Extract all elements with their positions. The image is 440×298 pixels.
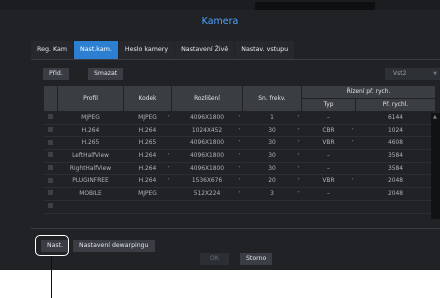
type-cell[interactable]: – bbox=[301, 111, 356, 125]
row-checkbox[interactable] bbox=[48, 139, 53, 145]
type-cell[interactable]: – bbox=[301, 162, 356, 176]
profile-cell: MOBILE bbox=[57, 187, 124, 201]
camera-settings-panel: Kamera Reg. Kam Nast.kam. Heslo kamery N… bbox=[0, 0, 440, 270]
select-all-header bbox=[43, 85, 58, 112]
resolution-cell[interactable]: 4096X1800 bbox=[171, 149, 243, 163]
bitrate-cell[interactable]: 3584 bbox=[355, 149, 436, 163]
bitrate-cell[interactable]: 6144 bbox=[355, 111, 436, 125]
row-checkbox[interactable] bbox=[48, 177, 53, 183]
row-checkbox[interactable] bbox=[48, 152, 53, 158]
resolution-cell[interactable]: 1536X676 bbox=[171, 174, 243, 189]
profile-table: Profil Kodek Rozlišení Sn. frekv. Řízení… bbox=[43, 85, 436, 214]
table-row[interactable]: LeftHalfView H.264 4096X1800 30 – 3584 bbox=[43, 149, 436, 163]
type-cell[interactable]: – bbox=[301, 187, 356, 201]
tab-underline bbox=[31, 59, 440, 60]
profile-cell: RightHalfView bbox=[57, 162, 124, 176]
profile-cell: H.265 bbox=[57, 136, 124, 151]
bitrate-cell[interactable]: 1024 bbox=[355, 124, 436, 138]
header-fps: Sn. frekv. bbox=[242, 85, 302, 112]
type-cell[interactable]: CBR bbox=[301, 124, 356, 138]
fps-cell[interactable]: 30 bbox=[242, 124, 302, 138]
fps-cell[interactable]: 20 bbox=[242, 174, 302, 189]
fps-cell[interactable]: 3 bbox=[242, 187, 302, 201]
profile-cell: MJPEG bbox=[57, 111, 124, 125]
fps-cell[interactable]: 30 bbox=[242, 162, 302, 176]
header-bitrate-control: Řízení př. rych. bbox=[301, 85, 436, 99]
stream-select-value: Vst2 bbox=[393, 70, 407, 77]
codec-cell[interactable]: MJPEG bbox=[123, 187, 172, 201]
header-profile: Profil bbox=[57, 85, 124, 112]
dialog-title: Kamera bbox=[201, 16, 239, 27]
resolution-cell[interactable]: 4096X1800 bbox=[171, 162, 243, 176]
resolution-cell[interactable]: 4096X1800 bbox=[171, 136, 243, 151]
divider bbox=[31, 228, 440, 229]
header-resolution: Rozlišení bbox=[171, 85, 243, 112]
table-row[interactable]: PLUGINFREE H.264 1536X676 20 VBR 2048 bbox=[43, 174, 436, 189]
bitrate-cell[interactable]: 2048 bbox=[355, 187, 436, 201]
codec-cell[interactable]: H.264 bbox=[123, 174, 172, 189]
settings-button-highlight bbox=[35, 235, 69, 256]
codec-cell[interactable]: H.264 bbox=[123, 124, 172, 138]
type-cell[interactable]: – bbox=[301, 149, 356, 163]
fps-cell[interactable]: 30 bbox=[242, 136, 302, 151]
tab-input-settings[interactable]: Nastav. vstupu bbox=[235, 41, 295, 59]
codec-cell[interactable]: MJPEG bbox=[123, 111, 172, 125]
resolution-cell[interactable]: 4096X1800 bbox=[171, 111, 243, 125]
table-row[interactable]: RightHalfView H.264 4096X1800 30 – 3584 bbox=[43, 162, 436, 176]
codec-cell[interactable]: H.264 bbox=[123, 149, 172, 163]
row-checkbox bbox=[48, 203, 53, 209]
row-checkbox[interactable] bbox=[48, 127, 53, 133]
profile-cell: LeftHalfView bbox=[57, 149, 124, 163]
codec-cell[interactable]: H.265 bbox=[123, 136, 172, 151]
ok-button[interactable]: OK bbox=[200, 253, 229, 265]
row-checkbox[interactable] bbox=[48, 114, 53, 120]
row-checkbox[interactable] bbox=[48, 165, 53, 171]
bitrate-cell[interactable]: 3584 bbox=[355, 162, 436, 176]
fps-cell[interactable]: 1 bbox=[242, 111, 302, 125]
dewarping-settings-button[interactable]: Nastavení dewarpingu bbox=[73, 240, 155, 252]
scroll-up-icon[interactable]: ▲ bbox=[433, 114, 437, 120]
chevron-down-icon: ▼ bbox=[433, 71, 437, 77]
tab-bar: Reg. Kam Nast.kam. Heslo kamery Nastaven… bbox=[31, 41, 295, 59]
tab-live-settings[interactable]: Nastavení Živě bbox=[175, 41, 235, 59]
top-strip-tab bbox=[255, 2, 375, 10]
top-strip bbox=[0, 0, 440, 10]
table-row-empty bbox=[43, 200, 436, 214]
table-row[interactable]: MJPEG MJPEG 4096X1800 1 – 6144 bbox=[43, 111, 436, 125]
row-checkbox[interactable] bbox=[48, 190, 53, 196]
fps-cell[interactable]: 30 bbox=[242, 149, 302, 163]
type-cell[interactable]: VBR bbox=[301, 174, 356, 189]
table-scrollbar[interactable]: ▲ bbox=[431, 113, 440, 219]
delete-button[interactable]: Smazat bbox=[88, 68, 124, 80]
table-row[interactable]: H.264 H.264 1024X452 30 CBR 1024 bbox=[43, 124, 436, 138]
profile-cell: PLUGINFREE bbox=[57, 174, 124, 189]
stream-select[interactable]: Vst2 ▼ bbox=[385, 68, 440, 80]
bitrate-cell[interactable]: 2048 bbox=[355, 174, 436, 189]
resolution-cell[interactable]: 512X224 bbox=[171, 187, 243, 201]
header-bitrate: Př. rychl. bbox=[355, 98, 436, 112]
add-button[interactable]: Přid. bbox=[43, 68, 69, 80]
bitrate-cell[interactable]: 4608 bbox=[355, 136, 436, 151]
table-row[interactable]: MOBILE MJPEG 512X224 3 – 2048 bbox=[43, 187, 436, 201]
cancel-button[interactable]: Storno bbox=[240, 253, 273, 265]
callout-pointer-line bbox=[51, 256, 52, 298]
header-type: Typ bbox=[301, 98, 356, 112]
header-codec: Kodek bbox=[123, 85, 172, 112]
type-cell[interactable]: VBR bbox=[301, 136, 356, 151]
table-row[interactable]: H.265 H.265 4096X1800 30 VBR 4608 bbox=[43, 136, 436, 151]
tab-camera-password[interactable]: Heslo kamery bbox=[118, 41, 175, 59]
profile-cell: H.264 bbox=[57, 124, 124, 138]
codec-cell[interactable]: H.264 bbox=[123, 162, 172, 176]
resolution-cell[interactable]: 1024X452 bbox=[171, 124, 243, 138]
tab-camera-settings[interactable]: Nast.kam. bbox=[73, 41, 118, 59]
tab-camera-registration[interactable]: Reg. Kam bbox=[31, 41, 73, 59]
